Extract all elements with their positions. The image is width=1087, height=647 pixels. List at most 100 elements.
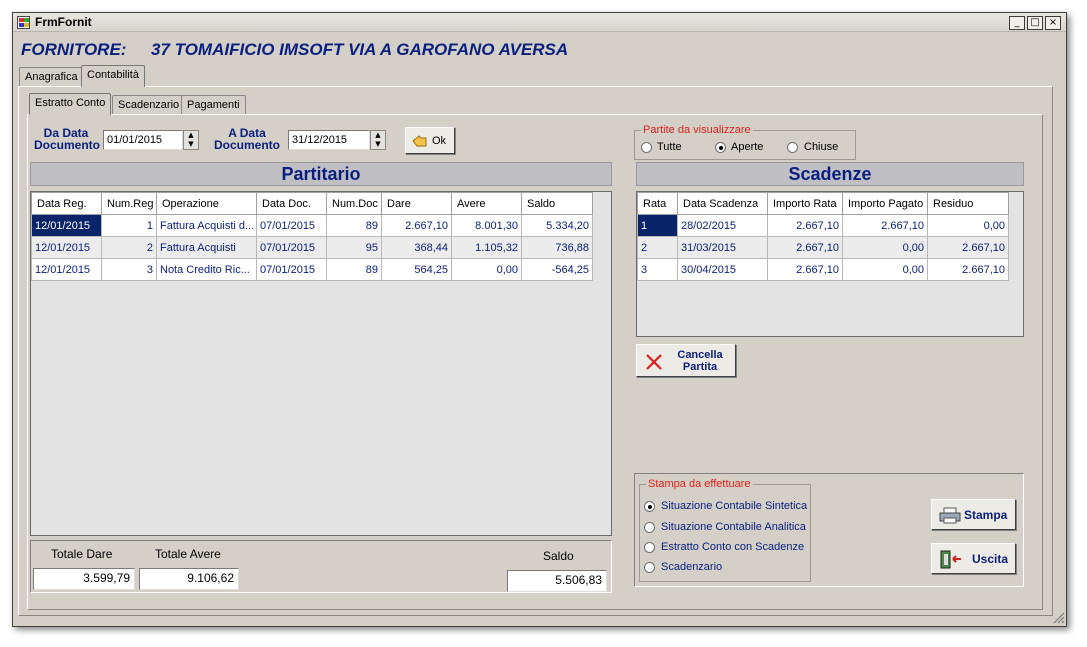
radio-estratto-scadenze[interactable] [644,542,655,553]
table-cell[interactable]: 07/01/2015 [256,214,327,237]
spin-up-icon[interactable]: ▲ [371,131,385,140]
table-cell[interactable]: 89 [326,258,382,281]
tab-scadenzario[interactable]: Scadenzario [112,95,186,115]
table-cell[interactable]: 368,44 [381,236,452,259]
column-header[interactable]: Data Scadenza [677,192,768,215]
table-cell[interactable]: 5.334,20 [521,214,593,237]
table-cell[interactable]: 3 [101,258,157,281]
spin-down-icon[interactable]: ▼ [371,140,385,149]
to-date-input[interactable]: 31/12/2015 [288,130,370,150]
table-cell[interactable]: 0,00 [451,258,522,281]
radio-analitica[interactable] [644,522,655,533]
column-header[interactable]: Residuo [927,192,1009,215]
radio-aperte[interactable] [715,142,726,153]
close-button[interactable]: × [1045,16,1061,30]
radio-chiuse[interactable] [787,142,798,153]
radio-estratto-scadenze-label[interactable]: Estratto Conto con Scadenze [661,541,804,553]
table-cell[interactable]: 2.667,10 [927,258,1009,281]
table-cell[interactable]: 07/01/2015 [256,258,327,281]
table-row[interactable]: 1 28/02/2015 2.667,10 2.667,10 0,00 [637,214,1009,237]
column-header[interactable]: Rata [637,192,678,215]
table-cell[interactable]: 2.667,10 [767,214,843,237]
table-cell[interactable]: 8.001,30 [451,214,522,237]
table-row[interactable]: 12/01/2015 1 Fattura Acquisti d... 07/01… [31,214,593,237]
table-row[interactable]: 12/01/2015 2 Fattura Acquisti 07/01/2015… [31,236,593,259]
table-cell[interactable]: 89 [326,214,382,237]
column-header[interactable]: Num.Reg [101,192,157,215]
table-cell[interactable]: 564,25 [381,258,452,281]
ok-button[interactable]: Ok [405,127,455,154]
radio-scadenzario-label[interactable]: Scadenzario [661,561,722,573]
table-cell[interactable]: 0,00 [842,236,928,259]
table-cell[interactable]: 31/03/2015 [677,236,768,259]
to-date-label: A Data Documento [213,127,281,151]
table-row[interactable]: 3 30/04/2015 2.667,10 0,00 2.667,10 [637,258,1009,281]
table-cell[interactable]: 2.667,10 [767,236,843,259]
tab-estratto-conto[interactable]: Estratto Conto [29,93,112,115]
maximize-button[interactable]: □ [1027,16,1043,30]
uscita-button[interactable]: Uscita [931,543,1016,574]
radio-aperte-label[interactable]: Aperte [731,141,763,153]
column-header[interactable]: Saldo [521,192,593,215]
table-cell[interactable]: 07/01/2015 [256,236,327,259]
table-cell[interactable]: 12/01/2015 [31,258,102,281]
table-cell[interactable]: 1.105,32 [451,236,522,259]
table-cell[interactable]: 2 [101,236,157,259]
table-cell[interactable]: 95 [326,236,382,259]
column-header[interactable]: Num.Doc [326,192,382,215]
table-cell[interactable]: 2.667,10 [927,236,1009,259]
table-cell[interactable]: -564,25 [521,258,593,281]
radio-sintetica-label[interactable]: Situazione Contabile Sintetica [661,500,807,512]
table-cell[interactable]: 12/01/2015 [31,214,102,237]
table-cell[interactable]: Nota Credito Ric... [156,258,257,281]
table-cell[interactable]: 1 [637,214,678,237]
tab-contabilita[interactable]: Contabilità [81,65,145,87]
table-cell[interactable]: 3 [637,258,678,281]
column-header[interactable]: Importo Pagato [842,192,928,215]
spin-down-icon[interactable]: ▼ [184,140,198,149]
from-date-spinner[interactable]: ▲ ▼ [183,130,199,150]
minimize-button[interactable]: _ [1009,16,1025,30]
table-cell[interactable]: 2.667,10 [767,258,843,281]
table-cell[interactable]: 736,88 [521,236,593,259]
tab-pagamenti[interactable]: Pagamenti [181,95,246,115]
table-cell[interactable]: 28/02/2015 [677,214,768,237]
tab-anagrafica[interactable]: Anagrafica [19,67,84,87]
table-cell[interactable]: Fattura Acquisti [156,236,257,259]
resize-grip-icon[interactable] [1051,610,1065,624]
column-header[interactable]: Importo Rata [767,192,843,215]
table-cell[interactable]: 0,00 [842,258,928,281]
cancella-partita-button[interactable]: Cancella Partita [636,344,736,377]
table-cell[interactable]: 2.667,10 [381,214,452,237]
table-row[interactable]: 12/01/2015 3 Nota Credito Ric... 07/01/2… [31,258,593,281]
spin-up-icon[interactable]: ▲ [184,131,198,140]
partitario-table: Data Reg. Num.Reg Operazione Data Doc. N… [31,192,593,281]
radio-chiuse-label[interactable]: Chiuse [804,141,838,153]
radio-analitica-label[interactable]: Situazione Contabile Analitica [661,521,806,533]
column-header[interactable]: Data Doc. [256,192,327,215]
ok-label: Ok [432,135,447,147]
table-cell[interactable]: 1 [101,214,157,237]
table-cell[interactable]: 12/01/2015 [31,236,102,259]
table-cell[interactable]: Fattura Acquisti d... [156,214,257,237]
table-cell[interactable]: 0,00 [927,214,1009,237]
partitario-grid[interactable]: Data Reg. Num.Reg Operazione Data Doc. N… [30,191,612,536]
column-header[interactable]: Avere [451,192,522,215]
table-cell[interactable]: 30/04/2015 [677,258,768,281]
scadenze-grid[interactable]: Rata Data Scadenza Importo Rata Importo … [636,191,1024,337]
stampa-button[interactable]: Stampa [931,499,1016,530]
totale-dare-value: 3.599,79 [33,568,135,590]
supplier-header: FORNITORE: 37 TOMAIFICIO IMSOFT VIA A GA… [21,40,568,60]
from-date-input[interactable]: 01/01/2015 [103,130,183,150]
table-cell[interactable]: 2 [637,236,678,259]
radio-tutte[interactable] [641,142,652,153]
radio-tutte-label[interactable]: Tutte [657,141,682,153]
column-header[interactable]: Operazione [156,192,257,215]
to-date-spinner[interactable]: ▲ ▼ [370,130,386,150]
radio-sintetica[interactable] [644,501,655,512]
table-row[interactable]: 2 31/03/2015 2.667,10 0,00 2.667,10 [637,236,1009,259]
column-header[interactable]: Data Reg. [31,192,102,215]
table-cell[interactable]: 2.667,10 [842,214,928,237]
radio-scadenzario[interactable] [644,562,655,573]
column-header[interactable]: Dare [381,192,452,215]
